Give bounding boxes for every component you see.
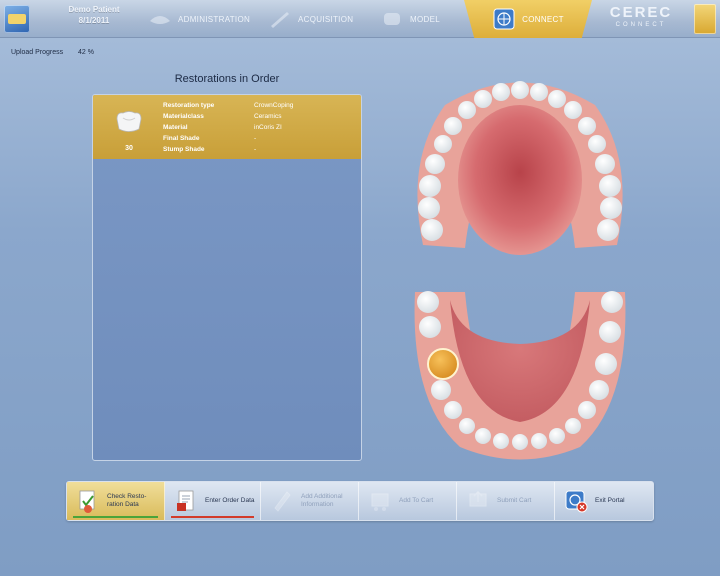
workflow-toolbar: Check Resto- ration Data Enter Order Dat… [66, 481, 654, 521]
exit-portal-label: Exit Portal [595, 497, 625, 504]
enter-order-data-button[interactable]: Enter Order Data [165, 482, 261, 520]
upload-progress-value: 42 % [78, 49, 94, 56]
panel-title: Restorations in Order [174, 73, 280, 85]
additional-label-line1: Add Additional [301, 493, 343, 500]
property-row: Restoration type CrownCoping [163, 100, 354, 111]
step-connect[interactable]: CONNECT [464, 0, 592, 38]
add-to-cart-label: Add To Cart [399, 497, 434, 504]
property-key: Restoration type [163, 102, 215, 109]
property-value: Ceramics [254, 113, 282, 120]
selected-tooth-30[interactable] [427, 348, 459, 380]
exit-portal-icon [565, 490, 588, 513]
property-row: Final Shade - [163, 133, 354, 144]
exit-portal-button[interactable]: Exit Portal [555, 482, 653, 520]
step-acquisition-label: ACQUISITION [298, 14, 354, 24]
submit-cart-label: Submit Cart [497, 497, 532, 504]
cerec-logo: CEREC CONNECT [604, 5, 678, 29]
patient-name: Demo Patient [68, 5, 120, 14]
patient-date: 8/1/2011 [78, 16, 110, 25]
model-tooth-icon [380, 7, 404, 31]
connect-globe-icon [492, 7, 516, 31]
administration-icon [148, 7, 172, 31]
property-key: Materialclass [163, 113, 204, 120]
cart-icon [371, 493, 389, 511]
step-connect-label: CONNECT [522, 14, 564, 24]
property-value: CrownCoping [254, 102, 294, 109]
submit-cart-button[interactable]: Submit Cart [457, 482, 555, 520]
step-model-label: MODEL [410, 14, 440, 24]
property-value: inCoris ZI [254, 124, 282, 131]
enter-order-label: Enter Order Data [205, 497, 255, 504]
step-acquisition[interactable]: ACQUISITION [268, 0, 368, 38]
check-restoration-data-button[interactable]: Check Resto- ration Data [67, 482, 165, 520]
upload-progress-label: Upload Progress [11, 49, 64, 56]
app-menu-icon[interactable] [4, 5, 30, 33]
property-key: Stump Shade [163, 146, 205, 153]
property-value: - [254, 146, 257, 153]
step-administration[interactable]: ADMINISTRATION [148, 0, 251, 38]
add-info-icon [274, 491, 291, 512]
property-row: Stump Shade - [163, 144, 354, 155]
tooth-number: 30 [125, 145, 133, 152]
check-label-line2: ration Data [107, 501, 139, 508]
restorations-list: 30 Restoration type CrownCoping Material… [92, 94, 362, 461]
submit-cart-icon [469, 490, 487, 507]
upper-jaw-diagram[interactable] [405, 70, 635, 260]
brand-sub: CONNECT [615, 22, 667, 28]
additional-label-line2: Information [301, 501, 334, 508]
add-additional-information-button[interactable]: Add Additional Information [261, 482, 359, 520]
restoration-item[interactable]: 30 Restoration type CrownCoping Material… [93, 95, 361, 159]
exit-door-icon[interactable] [694, 4, 716, 34]
add-to-cart-button[interactable]: Add To Cart [359, 482, 457, 520]
step-administration-label: ADMINISTRATION [178, 14, 251, 24]
check-restoration-label: Check Resto- ration Data [107, 493, 146, 509]
check-label-line1: Check Resto- [107, 493, 147, 500]
patient-info: Demo Patient 8/1/2011 [56, 4, 132, 26]
restoration-properties: Restoration type CrownCoping Materialcla… [163, 100, 354, 155]
brand-name: CEREC [609, 4, 673, 21]
check-document-icon [79, 490, 95, 513]
camera-wand-icon [268, 7, 292, 31]
crown-thumbnail-icon [116, 111, 142, 132]
property-key: Material [163, 124, 188, 131]
add-additional-label: Add Additional Information [301, 493, 343, 509]
order-form-icon [177, 490, 194, 511]
property-row: Materialclass Ceramics [163, 111, 354, 122]
property-key: Final Shade [163, 135, 200, 142]
property-value: - [254, 135, 257, 142]
property-row: Material inCoris ZI [163, 122, 354, 133]
lower-jaw-diagram[interactable] [405, 282, 635, 467]
step-model[interactable]: MODEL [380, 0, 460, 38]
top-navigation-bar: Demo Patient 8/1/2011 ADMINISTRATION ACQ… [0, 0, 720, 38]
